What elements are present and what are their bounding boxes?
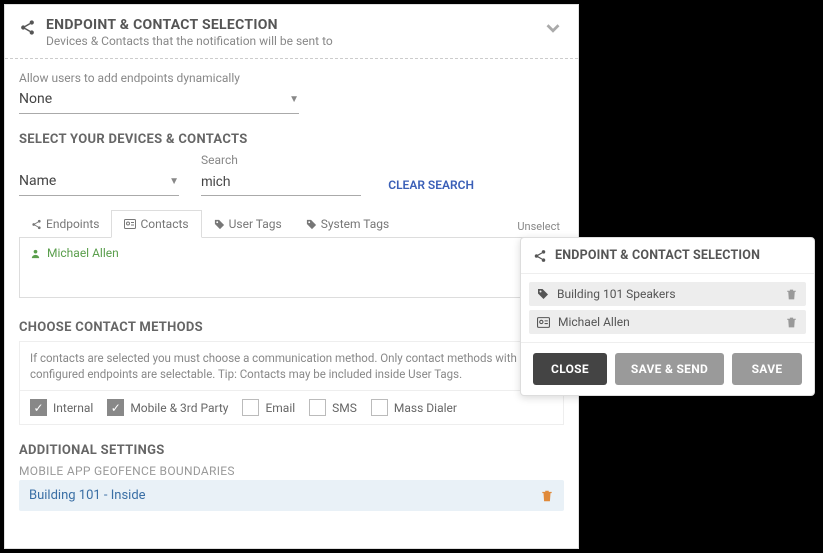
save-button[interactable]: SAVE <box>732 353 802 385</box>
checkbox-email[interactable] <box>242 399 259 416</box>
geofence-item[interactable]: Building 101 - Inside <box>19 480 564 511</box>
trash-icon[interactable] <box>540 489 554 503</box>
tab-label: User Tags <box>229 217 282 231</box>
trash-icon[interactable] <box>785 316 798 329</box>
checkbox-label: Email <box>265 401 295 415</box>
dynamic-endpoints-label: Allow users to add endpoints dynamically <box>19 71 564 85</box>
caret-down-icon: ▼ <box>289 94 299 105</box>
result-name: Michael Allen <box>47 246 119 260</box>
popup-item: Building 101 Speakers <box>529 282 806 306</box>
checkbox-sms[interactable] <box>309 399 326 416</box>
tab-contacts[interactable]: Contacts <box>111 210 201 238</box>
popup-list: Building 101 Speakers Michael Allen <box>521 274 814 342</box>
methods-heading: CHOOSE CONTACT METHODS <box>19 320 564 335</box>
methods-hint: If contacts are selected you must choose… <box>19 341 564 391</box>
share-icon <box>19 19 36 36</box>
panel-title: ENDPOINT & CONTACT SELECTION <box>46 17 542 33</box>
filter-by-value: Name <box>19 173 56 189</box>
search-label: Search <box>201 153 361 167</box>
share-icon <box>31 219 42 230</box>
checkbox-label: Mobile & 3rd Party <box>130 401 228 415</box>
unselect-link[interactable]: Unselect <box>517 220 564 237</box>
popup-item-label: Building 101 Speakers <box>557 287 676 301</box>
chevron-down-icon[interactable] <box>542 17 564 39</box>
selection-popup: ENDPOINT & CONTACT SELECTION Building 10… <box>520 237 815 396</box>
trash-icon[interactable] <box>785 288 798 301</box>
additional-heading: ADDITIONAL SETTINGS <box>19 443 564 458</box>
checkbox-mobile[interactable]: ✓ <box>107 399 124 416</box>
checkbox-label: Internal <box>53 401 93 415</box>
tab-user-tags[interactable]: User Tags <box>202 211 294 237</box>
result-item[interactable]: Michael Allen <box>30 246 553 260</box>
dynamic-endpoints-select[interactable]: None ▼ <box>19 87 299 114</box>
tag-icon <box>214 219 225 230</box>
close-button[interactable]: CLOSE <box>533 353 607 385</box>
tab-endpoints[interactable]: Endpoints <box>19 211 111 237</box>
tab-label: System Tags <box>321 217 390 231</box>
share-icon <box>533 249 547 263</box>
tab-system-tags[interactable]: System Tags <box>294 211 402 237</box>
id-card-icon <box>124 219 136 229</box>
clear-search-button[interactable]: CLEAR SEARCH <box>388 178 474 196</box>
id-card-icon <box>537 317 550 328</box>
popup-item: Michael Allen <box>529 310 806 334</box>
popup-header: ENDPOINT & CONTACT SELECTION <box>521 238 814 274</box>
search-input[interactable] <box>201 169 361 196</box>
panel-subtitle: Devices & Contacts that the notification… <box>46 34 542 48</box>
tab-label: Contacts <box>140 217 188 231</box>
panel-header: ENDPOINT & CONTACT SELECTION Devices & C… <box>5 5 578 59</box>
popup-buttons: CLOSE SAVE & SEND SAVE <box>521 342 814 395</box>
dynamic-endpoints-value: None <box>19 91 52 107</box>
filter-by-select[interactable]: Name ▼ <box>19 169 179 196</box>
tag-icon <box>537 288 549 300</box>
caret-down-icon: ▼ <box>169 176 179 187</box>
geofence-name: Building 101 - Inside <box>29 488 146 503</box>
tag-icon <box>306 219 317 230</box>
tab-label: Endpoints <box>46 217 99 231</box>
save-send-button[interactable]: SAVE & SEND <box>615 353 724 385</box>
methods-row: ✓ Internal ✓ Mobile & 3rd Party Email SM… <box>19 391 564 425</box>
main-panel: ENDPOINT & CONTACT SELECTION Devices & C… <box>4 4 579 549</box>
popup-title: ENDPOINT & CONTACT SELECTION <box>555 248 760 263</box>
checkbox-mass-dialer[interactable] <box>371 399 388 416</box>
devices-heading: SELECT YOUR DEVICES & CONTACTS <box>19 132 564 147</box>
geofence-subheading: MOBILE APP GEOFENCE BOUNDARIES <box>19 464 564 478</box>
person-icon <box>30 248 41 259</box>
popup-item-label: Michael Allen <box>558 315 630 329</box>
checkbox-label: Mass Dialer <box>394 401 457 415</box>
tabs: Endpoints Contacts User Tags System Tags… <box>19 210 564 238</box>
checkbox-internal[interactable]: ✓ <box>30 399 47 416</box>
checkbox-label: SMS <box>332 401 357 415</box>
results-list: Michael Allen <box>19 238 564 298</box>
